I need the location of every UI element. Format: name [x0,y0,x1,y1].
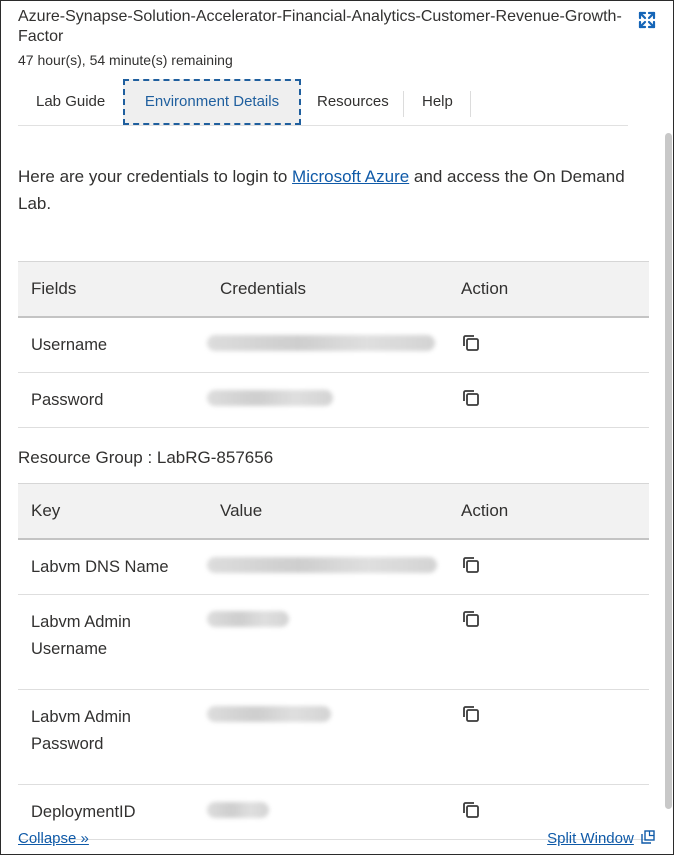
split-window-icon [641,830,655,844]
action-cell [448,689,649,785]
table-row: Labvm Admin Username [18,594,649,690]
resource-value [207,689,448,785]
column-header-action: Action [448,261,649,318]
time-remaining: 47 hour(s), 54 minute(s) remaining [18,52,233,68]
table-row: Labvm Admin Password [18,689,649,785]
lab-details-panel: Azure-Synapse-Solution-Accelerator-Finan… [0,0,674,855]
field-password: Password [18,372,207,428]
credentials-table: Fields Credentials Action Username Passw… [18,261,649,428]
redacted-value [207,706,331,722]
copy-icon[interactable] [461,800,481,820]
tab-separator [470,91,471,117]
column-header-action: Action [448,483,649,540]
redacted-value [207,801,269,818]
resource-group-label: Resource Group : LabRG-857656 [18,448,274,467]
resource-value [207,539,448,595]
field-username: Username [18,317,207,373]
expand-icon[interactable] [637,10,657,30]
resource-table: Key Value Action Labvm DNS Name Labvm Ad… [18,483,649,840]
column-header-key: Key [18,483,207,540]
key-labvm-dns-name: Labvm DNS Name [18,539,207,595]
copy-icon[interactable] [461,555,481,575]
copy-icon[interactable] [461,388,481,408]
collapse-link[interactable]: Collapse » [18,830,89,847]
microsoft-azure-link[interactable]: Microsoft Azure [292,167,409,186]
redacted-value [207,556,437,573]
table-row: Labvm DNS Name [18,539,649,595]
table-header-row: Key Value Action [18,483,649,540]
redacted-value [207,334,435,351]
action-cell [448,539,649,595]
table-row: Username [18,317,649,373]
resource-value [207,594,448,690]
redacted-value [207,611,289,627]
table-header-row: Fields Credentials Action [18,261,649,318]
tab-resources[interactable]: Resources [317,79,389,125]
action-cell [448,317,649,373]
split-window-link[interactable]: Split Window [547,830,655,847]
split-window-label: Split Window [547,830,634,847]
tab-environment-details[interactable]: Environment Details [123,79,301,125]
scrollbar[interactable] [665,133,672,809]
tab-help[interactable]: Help [422,79,453,125]
column-header-value: Value [207,483,448,540]
redacted-value [207,389,333,406]
column-header-credentials: Credentials [207,261,448,318]
tab-lab-guide[interactable]: Lab Guide [36,79,105,125]
action-cell [448,372,649,428]
column-header-fields: Fields [18,261,207,318]
action-cell [448,594,649,690]
intro-before: Here are your credentials to login to [18,167,293,186]
credential-value-username [207,317,448,373]
credential-value-password [207,372,448,428]
tab-bar: Lab Guide Environment Details Resources … [18,79,628,126]
copy-icon[interactable] [461,609,481,629]
tab-separator [403,91,404,117]
table-row: Password [18,372,649,428]
lab-title: Azure-Synapse-Solution-Accelerator-Finan… [18,8,622,45]
copy-icon[interactable] [461,704,481,724]
key-labvm-admin-username: Labvm Admin Username [18,594,207,690]
copy-icon[interactable] [461,333,481,353]
key-labvm-admin-password: Labvm Admin Password [18,689,207,785]
resource-value [207,784,448,840]
intro-text: Here are your credentials to login to Mi… [18,163,638,217]
